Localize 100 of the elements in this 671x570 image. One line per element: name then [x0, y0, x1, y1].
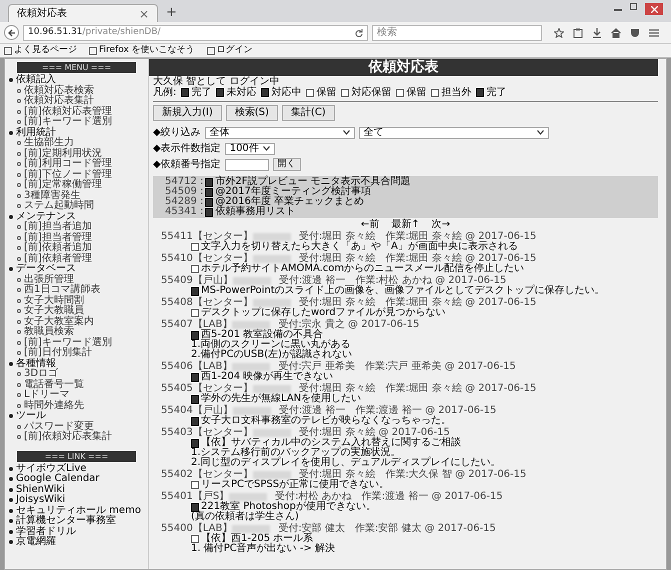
bookmark-link[interactable]: Firefox を使いこなそう — [89, 44, 195, 58]
bullet-icon — [17, 309, 21, 314]
home-icon[interactable] — [611, 28, 621, 38]
menu-item[interactable]: Lドリーマ — [24, 390, 70, 400]
menu-item[interactable]: 生協部生力 — [24, 138, 74, 148]
location-label: 【センター】 — [192, 232, 253, 242]
menu-item[interactable]: [前]キーワード選別 — [24, 338, 112, 348]
request-title-link[interactable]: 文字入力を切り替えたら大きく「あ」や「A」が画面中央に表示される — [201, 242, 518, 252]
menu-item[interactable]: 依頼対応表集計 — [24, 96, 94, 106]
menu-section[interactable]: 依頼記入 — [16, 75, 56, 86]
request-title-link[interactable]: ホテル予約サイトAMOMA.comからのニュースメール配信を停止したい — [201, 264, 524, 274]
menu-item[interactable]: 依頼対応表検索 — [24, 86, 94, 96]
pinned-item-link[interactable]: 市外2F説プレビュー モニタ表示不具合問題 — [215, 177, 411, 187]
link-item[interactable]: JoisysWiki — [16, 495, 66, 506]
request-title-link[interactable]: リースPCでSPSSが正常に使用できない。 — [201, 480, 390, 490]
previous-link[interactable]: ←前 — [360, 219, 380, 231]
request-detail: 1.両側のスクリーンに黒い丸がある — [191, 340, 351, 350]
bullet-icon — [17, 340, 21, 345]
menu-item[interactable]: 女子大教室案内 — [24, 316, 94, 327]
menu-item[interactable]: 西1日コマ講師表 — [24, 285, 100, 296]
menu-item[interactable]: パスワード変更 — [24, 422, 94, 432]
new-tab-button[interactable]: + — [166, 4, 177, 22]
bullet-icon — [17, 382, 21, 387]
open-button[interactable]: 開く — [272, 158, 301, 171]
request-title-link[interactable]: MS-PowerPointのスライド上の画像を、画像ファイルとしてデスクトップに保存したい。 — [201, 286, 605, 296]
category-select[interactable]: 全て — [358, 126, 549, 138]
request-number-field[interactable] — [224, 158, 269, 170]
bookmark-link[interactable]: よく見るページ — [4, 44, 77, 58]
back-button[interactable] — [4, 25, 19, 40]
menu-item[interactable]: 3種障害発生 — [24, 190, 80, 201]
menu-section[interactable]: データベース — [16, 264, 76, 274]
link-item[interactable]: セキュリティホール memo — [16, 506, 141, 516]
bookmark-link[interactable]: ログイン — [206, 44, 253, 58]
bullet-icon — [17, 88, 21, 93]
close-window-button[interactable] — [645, 3, 663, 15]
pinned-item-link[interactable]: @2016年度 卒業チェックまとめ — [215, 197, 364, 207]
location-label: 【センター】 — [192, 428, 253, 438]
link-item[interactable]: ShienWiki — [16, 484, 65, 495]
address-bar[interactable]: 10.96.51.31/private/shienDB/ — [23, 24, 368, 40]
action-button[interactable]: 集計(C) — [282, 105, 335, 121]
menu-item[interactable]: 教職員検索 — [24, 327, 74, 338]
bullet-icon — [9, 362, 13, 366]
menu-item[interactable]: [前]依頼者追加 — [24, 243, 92, 254]
menu-item[interactable]: ステム起動時間 — [24, 201, 94, 212]
link-item[interactable]: サイボウズLive — [16, 464, 86, 474]
pinned-item-link[interactable]: 依頼事務用リスト — [215, 207, 296, 217]
menu-item[interactable]: [前]依頼対応表集計 — [24, 432, 112, 442]
menu-section[interactable]: メンテナンス — [16, 212, 76, 222]
request-detail: 1.システム移行前のバックアップの実施状況。 — [191, 448, 401, 458]
menu-item[interactable]: [前]依頼者管理 — [24, 254, 92, 264]
request-number: 55403 — [161, 428, 193, 438]
menu-section[interactable]: 各種情報 — [16, 358, 56, 369]
request-title-link[interactable]: デスクトップに保存したwordファイルが見つからない — [201, 308, 446, 318]
link-item[interactable]: 京電網羅 — [16, 537, 56, 548]
count-select[interactable]: 100件 — [224, 142, 275, 154]
menu-item[interactable]: [前]キーワード選別 — [24, 117, 112, 128]
action-button[interactable]: 新規入力(I) — [153, 105, 222, 121]
close-icon[interactable]: × — [138, 4, 149, 22]
action-button[interactable]: 検索(S) — [226, 105, 278, 121]
menu-item[interactable]: [前]担当者追加 — [24, 222, 92, 232]
reload-icon[interactable] — [355, 28, 363, 36]
menu-item[interactable]: [前]下位ノード管理 — [24, 170, 112, 180]
legend-item: 保留 — [396, 87, 426, 98]
menu-section[interactable]: ツール — [16, 411, 46, 422]
star-icon[interactable] — [554, 28, 564, 38]
link-item[interactable]: Google Calendar — [16, 474, 100, 484]
search-field[interactable]: 検索 — [372, 24, 542, 40]
location-label: 【LAB】 — [192, 362, 232, 372]
request-title-link[interactable]: 221教室 Photoshopが使用できない。 — [201, 502, 376, 512]
request-title-link[interactable]: 学外の先生が無線LANを使用したい — [201, 394, 362, 404]
group-select[interactable]: 全体 — [204, 126, 355, 138]
link-item[interactable]: 計算機センター事務室 — [16, 516, 116, 526]
menu-item[interactable]: [前]定期利用状況 — [24, 148, 102, 159]
request-meta: 受付:安部 健太 作業:安部 健太 @ 2017-06-15 — [278, 524, 496, 534]
menu-item[interactable]: [前]依頼対応表管理 — [24, 106, 112, 117]
pinned-item-link[interactable]: @2017年度ミーティング検討事項 — [215, 187, 371, 197]
browser-tab[interactable]: 依頼対応表 × — [8, 4, 158, 22]
menu-item[interactable]: 時間外連絡先 — [24, 400, 84, 411]
menu-item[interactable]: 電話番号一覧 — [24, 380, 84, 390]
menu-item[interactable]: [前]担当者管理 — [24, 232, 92, 243]
link-item[interactable]: 学習者ドリル — [16, 526, 76, 537]
menu-item[interactable]: 女子大時間割 — [24, 296, 84, 306]
maximize-icon[interactable] — [630, 3, 637, 10]
menu-item[interactable]: 出張所管理 — [24, 274, 74, 285]
menu-section[interactable]: 利用統計 — [16, 128, 56, 138]
menu-icon[interactable] — [649, 28, 659, 38]
menu-item[interactable]: [前]定常稼働管理 — [24, 180, 102, 190]
download-icon[interactable] — [592, 28, 602, 38]
clipboard-icon[interactable] — [573, 28, 583, 38]
request-title-link[interactable]: 女子大ロ文科事務室のテレビが映らなくなっちゃった。 — [201, 416, 451, 426]
menu-item[interactable]: [前]日付別集計 — [24, 348, 92, 358]
menu-item[interactable]: [前]利用コード管理 — [24, 159, 112, 170]
next-link[interactable]: 次→ — [432, 219, 450, 231]
menu-item[interactable]: 3Dロゴ — [24, 369, 58, 380]
menu-item[interactable]: 女子大教職員 — [24, 306, 84, 316]
request-title-link[interactable]: 西5-201 教室設備の不具合 — [201, 330, 324, 340]
latest-link[interactable]: 最新↑ — [391, 219, 420, 231]
request-title-link[interactable]: 【依】西1-205 ホール系 — [201, 534, 314, 544]
request-title-link[interactable]: 【依】サバティカル中のシステム入れ替えに関するご相談 — [201, 438, 461, 448]
request-title-link[interactable]: 西1-204 映像が再生できない — [201, 372, 334, 382]
